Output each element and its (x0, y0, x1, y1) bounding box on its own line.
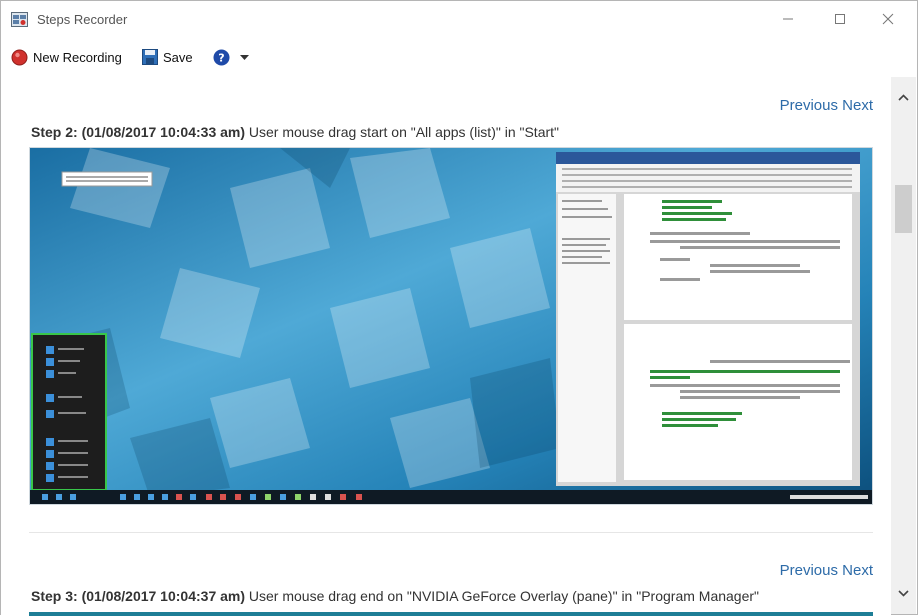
minimize-button[interactable] (765, 1, 811, 37)
next-link[interactable]: Next (842, 97, 873, 114)
doc-line (662, 212, 732, 215)
scroll-thumb[interactable] (895, 185, 912, 233)
maximize-icon (835, 14, 845, 24)
doc-line (662, 418, 736, 421)
doc-line (660, 258, 690, 261)
chevron-down-icon (898, 589, 909, 597)
close-button[interactable] (865, 1, 911, 37)
title-bar: Steps Recorder (1, 1, 917, 39)
previous-link[interactable]: Previous (780, 562, 838, 579)
doc-line (650, 240, 840, 243)
scroll-down-button[interactable] (891, 581, 916, 605)
floppy-disk-icon (142, 49, 158, 65)
save-button[interactable]: Save (142, 49, 193, 65)
step-2-description: User mouse drag start on "All apps (list… (248, 124, 560, 140)
chevron-down-icon (240, 55, 249, 60)
record-icon (11, 49, 28, 66)
step-3-description: User mouse drag end on "NVIDIA GeForce O… (248, 588, 760, 604)
close-icon (882, 13, 894, 25)
chevron-up-icon (898, 93, 909, 101)
help-dropdown-button[interactable] (240, 55, 249, 61)
step-divider (29, 532, 873, 533)
doc-line (662, 218, 726, 221)
help-button[interactable]: ? (213, 49, 230, 66)
doc-line (650, 232, 750, 235)
recording-content: Previous Next Step 2: (01/08/2017 10:04:… (1, 77, 891, 616)
save-label: Save (163, 49, 193, 65)
step-2-nav: Previous Next (780, 97, 873, 114)
doc-line (650, 376, 690, 379)
doc-line (650, 384, 840, 387)
step-3-label: Step 3: (01/08/2017 10:04:37 am) (31, 588, 246, 604)
minimize-icon (783, 18, 793, 20)
doc-line (680, 396, 800, 399)
doc-line (710, 360, 850, 363)
svg-text:?: ? (218, 52, 224, 65)
step-2-label: Step 2: (01/08/2017 10:04:33 am) (31, 124, 246, 140)
toolbar: New Recording Save ? (1, 41, 917, 75)
previous-link[interactable]: Previous (780, 97, 838, 114)
doc-line (680, 390, 840, 393)
vertical-scrollbar[interactable] (891, 77, 916, 614)
step-3-screenshot (29, 612, 873, 616)
next-link[interactable]: Next (842, 562, 873, 579)
new-recording-label: New Recording (33, 50, 122, 65)
steps-recorder-window: Steps Recorder New Recording Save ? Prev… (0, 0, 918, 616)
doc-line (662, 200, 722, 203)
scroll-up-button[interactable] (891, 85, 916, 109)
doc-line (662, 412, 742, 415)
step-3-nav: Previous Next (780, 562, 873, 579)
doc-line (662, 206, 712, 209)
maximize-button[interactable] (817, 1, 863, 37)
doc-line (662, 424, 718, 427)
doc-line (660, 278, 700, 281)
doc-line (710, 264, 800, 267)
step-2-heading: Step 2: (01/08/2017 10:04:33 am) User mo… (31, 124, 559, 140)
step-3-heading: Step 3: (01/08/2017 10:04:37 am) User mo… (31, 588, 759, 604)
new-recording-button[interactable]: New Recording (11, 49, 122, 66)
doc-line (650, 370, 840, 373)
doc-line (710, 270, 810, 273)
doc-line (680, 246, 840, 249)
help-icon: ? (213, 49, 230, 66)
window-title: Steps Recorder (37, 12, 128, 27)
desktop-screenshot (30, 148, 872, 504)
step-2-screenshot (29, 147, 873, 505)
steps-recorder-icon (11, 12, 28, 27)
